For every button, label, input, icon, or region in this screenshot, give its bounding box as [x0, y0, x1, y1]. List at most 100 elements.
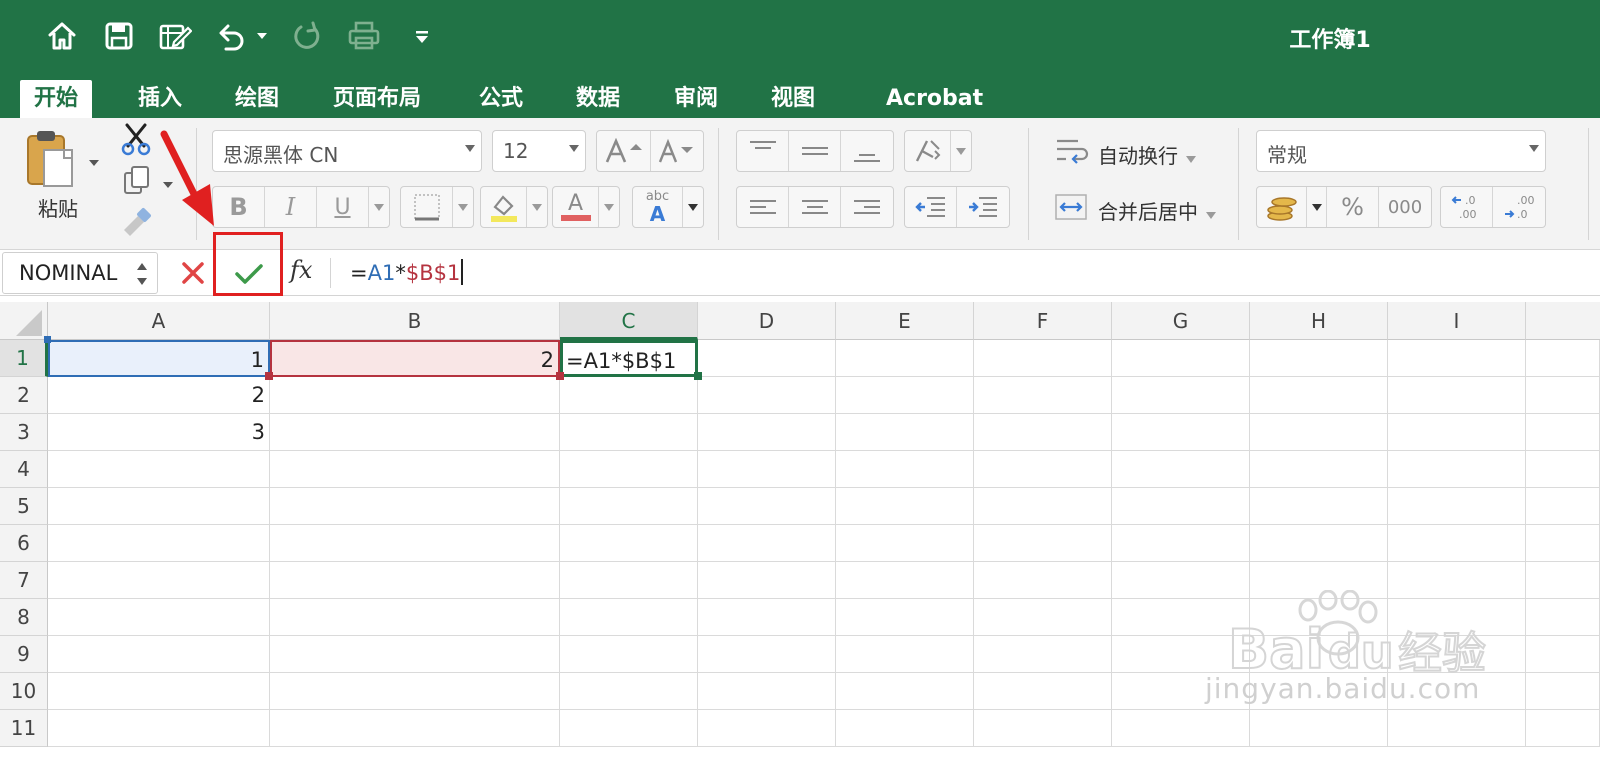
grid-cell[interactable] [1112, 710, 1250, 747]
grid-cell[interactable] [698, 562, 836, 599]
cell-a2[interactable]: 2 [48, 377, 270, 414]
grid-cell[interactable] [974, 488, 1112, 525]
merge-center-button[interactable]: 合并后居中 [1098, 196, 1198, 225]
text-orientation-icon[interactable] [905, 131, 951, 171]
bold-button[interactable]: B [213, 187, 265, 227]
accounting-dropdown-icon[interactable] [1307, 187, 1327, 227]
underline-button[interactable]: U [317, 187, 369, 227]
wrap-text-button[interactable]: 自动换行 [1098, 140, 1178, 169]
align-center-icon[interactable] [789, 187, 841, 227]
increase-font-size-icon[interactable] [597, 131, 651, 171]
tab-home[interactable]: 开始 [20, 80, 93, 118]
grid-cell[interactable] [1112, 599, 1250, 636]
grid-cell[interactable] [1250, 636, 1388, 673]
grid-cell[interactable] [1388, 562, 1526, 599]
align-left-icon[interactable] [737, 187, 789, 227]
grid-cell[interactable] [974, 599, 1112, 636]
align-middle-icon[interactable] [789, 131, 841, 171]
grid-cell[interactable] [1526, 673, 1600, 710]
grid-cell[interactable] [1250, 525, 1388, 562]
grid-cell[interactable] [836, 451, 974, 488]
grid-cell[interactable] [836, 414, 974, 451]
grid-cell[interactable] [1526, 340, 1600, 377]
grid-cell[interactable] [698, 636, 836, 673]
grid-cell[interactable] [1250, 562, 1388, 599]
cell-c1[interactable]: =A1*$B$1 [560, 340, 698, 377]
grid-cell[interactable] [698, 414, 836, 451]
print-icon[interactable] [346, 18, 382, 54]
tab-review[interactable]: 审阅 [660, 80, 732, 118]
grid-cell[interactable] [270, 377, 560, 414]
font-color-dropdown-icon[interactable] [599, 187, 619, 227]
row-header-3[interactable]: 3 [0, 414, 48, 451]
grid-cell[interactable] [836, 340, 974, 377]
grid-cell[interactable] [48, 562, 270, 599]
grid-cell[interactable] [270, 451, 560, 488]
grid-cell[interactable] [1250, 599, 1388, 636]
column-header-b[interactable]: B [270, 302, 560, 340]
column-header-i[interactable]: I [1388, 302, 1526, 340]
fill-handle[interactable] [694, 372, 702, 380]
grid-cell[interactable] [560, 710, 698, 747]
grid-cell[interactable] [1112, 562, 1250, 599]
grid-cell[interactable] [1526, 451, 1600, 488]
grid-cell[interactable] [1250, 710, 1388, 747]
decrease-font-size-icon[interactable] [651, 131, 703, 171]
number-format-select[interactable]: 常规 [1256, 130, 1546, 172]
grid-cell[interactable] [1388, 340, 1526, 377]
cell-b1[interactable]: 2 [270, 340, 560, 377]
grid-cell[interactable] [560, 673, 698, 710]
grid-cell[interactable] [836, 525, 974, 562]
grid-cell[interactable] [560, 599, 698, 636]
paste-icon[interactable] [24, 128, 80, 192]
column-header-c[interactable]: C [560, 302, 698, 340]
grid-cell[interactable] [1250, 340, 1388, 377]
grid-cell[interactable] [974, 636, 1112, 673]
tab-formulas[interactable]: 公式 [465, 80, 537, 118]
row-header-2[interactable]: 2 [0, 377, 48, 414]
row-header-8[interactable]: 8 [0, 599, 48, 636]
row-header-11[interactable]: 11 [0, 710, 48, 747]
grid-cell[interactable] [1250, 414, 1388, 451]
customize-toolbar-icon[interactable] [404, 18, 440, 54]
grid-cell[interactable] [836, 377, 974, 414]
row-header-1[interactable]: 1 [0, 340, 48, 377]
grid-cell[interactable] [48, 451, 270, 488]
grid-cell[interactable] [1388, 599, 1526, 636]
column-header-g[interactable]: G [1112, 302, 1250, 340]
row-header-10[interactable]: 10 [0, 673, 48, 710]
grid-cell[interactable] [1526, 562, 1600, 599]
row-header-4[interactable]: 4 [0, 451, 48, 488]
grid-cell[interactable] [1388, 710, 1526, 747]
grid-cell[interactable] [836, 673, 974, 710]
grid-cell[interactable] [698, 599, 836, 636]
grid-cell[interactable] [48, 599, 270, 636]
grid-cell[interactable] [1526, 488, 1600, 525]
grid-cell[interactable] [698, 673, 836, 710]
grid-cell[interactable] [836, 562, 974, 599]
grid-cell[interactable] [698, 488, 836, 525]
align-bottom-icon[interactable] [841, 131, 893, 171]
orientation-dropdown-icon[interactable] [951, 131, 971, 171]
italic-button[interactable]: I [265, 187, 317, 227]
font-color-icon[interactable]: A [553, 187, 599, 227]
save-icon[interactable] [101, 18, 137, 54]
grid-cell[interactable] [974, 562, 1112, 599]
edit-icon[interactable] [157, 18, 193, 54]
decrease-indent-icon[interactable] [905, 187, 957, 227]
phonetic-guide-icon[interactable]: abc A [633, 187, 683, 227]
merge-dropdown-icon[interactable] [1206, 204, 1216, 223]
grid-cell[interactable] [836, 599, 974, 636]
grid-cell[interactable] [560, 414, 698, 451]
grid-cell[interactable] [270, 488, 560, 525]
row-header-9[interactable]: 9 [0, 636, 48, 673]
grid-cell[interactable] [974, 340, 1112, 377]
borders-icon[interactable] [401, 187, 453, 227]
paste-label[interactable]: 粘贴 [38, 193, 78, 222]
grid-cell[interactable] [1112, 525, 1250, 562]
wrap-text-icon[interactable] [1054, 136, 1092, 170]
grid-cell[interactable] [1388, 451, 1526, 488]
format-painter-icon[interactable] [120, 206, 154, 240]
grid-cell[interactable] [270, 636, 560, 673]
name-box-stepper-icon[interactable] [135, 259, 149, 293]
